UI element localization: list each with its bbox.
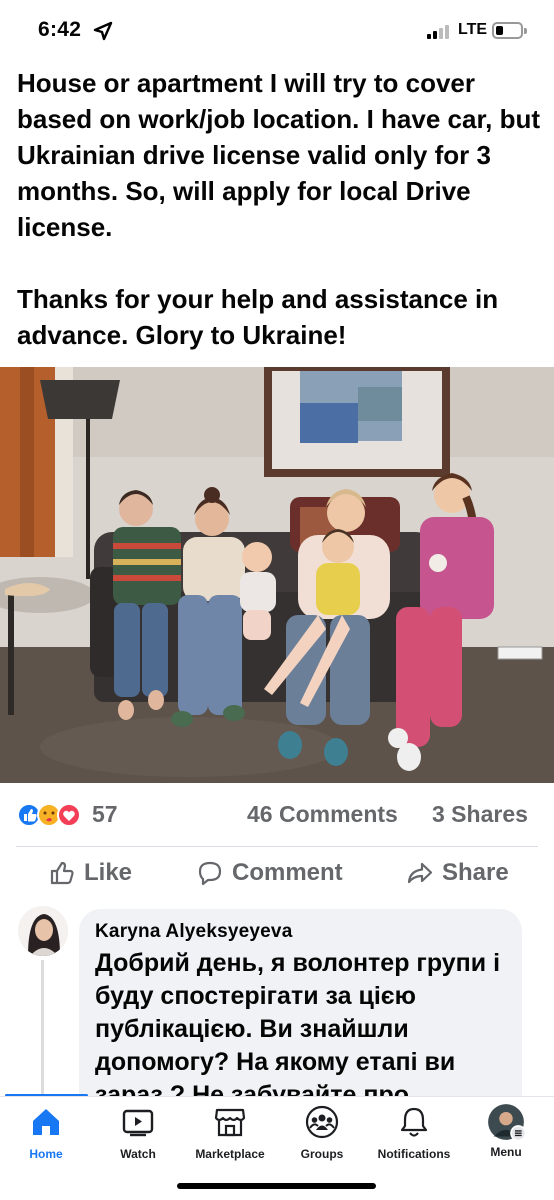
share-label: Share	[442, 859, 509, 886]
divider	[16, 846, 538, 847]
status-bar: 6:42 LTE	[0, 0, 554, 62]
like-label: Like	[84, 859, 133, 886]
comment-bubble[interactable]: Karyna Alyeksyeyeva Добрий день, я волон…	[79, 909, 522, 1119]
care-icon	[37, 803, 61, 827]
comment-button[interactable]: Comment	[196, 856, 343, 890]
status-time: 6:42	[38, 18, 82, 41]
thumbs-up-icon	[50, 861, 74, 885]
network-type: LTE	[458, 21, 488, 38]
tab-menu[interactable]: Menu	[460, 1104, 552, 1167]
reactions-summary[interactable]: 57 46 Comments 3 Shares	[0, 795, 554, 835]
tab-groups[interactable]: Groups	[276, 1105, 368, 1167]
tab-label: Marketplace	[195, 1147, 265, 1161]
tab-watch[interactable]: Watch	[92, 1105, 184, 1167]
battery-icon	[492, 22, 527, 39]
comments-count[interactable]: 46 Comments	[247, 801, 398, 828]
comment-text: Добрий день, я волонтер групи і буду спо…	[95, 949, 501, 1109]
home-icon	[33, 1109, 59, 1135]
tab-label: Home	[29, 1147, 63, 1161]
bell-icon	[400, 1107, 428, 1137]
like-button[interactable]: Like	[48, 856, 132, 890]
family-photo	[0, 367, 554, 783]
watch-icon	[122, 1109, 154, 1137]
share-button[interactable]: Share	[406, 856, 509, 890]
tab-marketplace[interactable]: Marketplace	[184, 1105, 276, 1167]
shares-count[interactable]: 3 Shares	[432, 801, 528, 828]
share-arrow-icon	[407, 862, 433, 884]
thread-line	[41, 960, 44, 1095]
tab-notifications[interactable]: Notifications	[368, 1105, 460, 1167]
menu-avatar-icon	[488, 1104, 525, 1141]
location-arrow-icon	[93, 21, 113, 41]
post-paragraph: House or apartment I will try to cover b…	[17, 68, 540, 242]
marketplace-icon	[214, 1108, 246, 1137]
reaction-count[interactable]: 57	[92, 801, 118, 828]
cellular-signal-icon	[427, 25, 453, 39]
tab-home[interactable]: Home	[0, 1105, 92, 1167]
comment-bubble-icon	[198, 861, 222, 886]
comment-label: Comment	[232, 859, 343, 886]
tab-label: Groups	[300, 1147, 344, 1161]
post-text: House or apartment I will try to cover b…	[17, 65, 542, 353]
groups-icon	[305, 1105, 339, 1139]
tab-label: Notifications	[377, 1147, 451, 1161]
home-indicator[interactable]	[177, 1183, 376, 1189]
like-icon	[17, 803, 41, 827]
post-actions: Like Comment Share	[0, 850, 554, 896]
post-paragraph: Thanks for your help and assistance in a…	[17, 284, 499, 350]
post-photo[interactable]	[0, 367, 554, 783]
commenter-avatar[interactable]	[18, 906, 68, 956]
love-icon	[57, 803, 81, 827]
tab-label: Menu	[490, 1145, 522, 1159]
comment-author[interactable]: Karyna Alyeksyeyeva	[95, 921, 506, 943]
tab-label: Watch	[120, 1147, 156, 1161]
avatar-photo	[18, 906, 68, 956]
reaction-icons[interactable]	[16, 802, 82, 828]
